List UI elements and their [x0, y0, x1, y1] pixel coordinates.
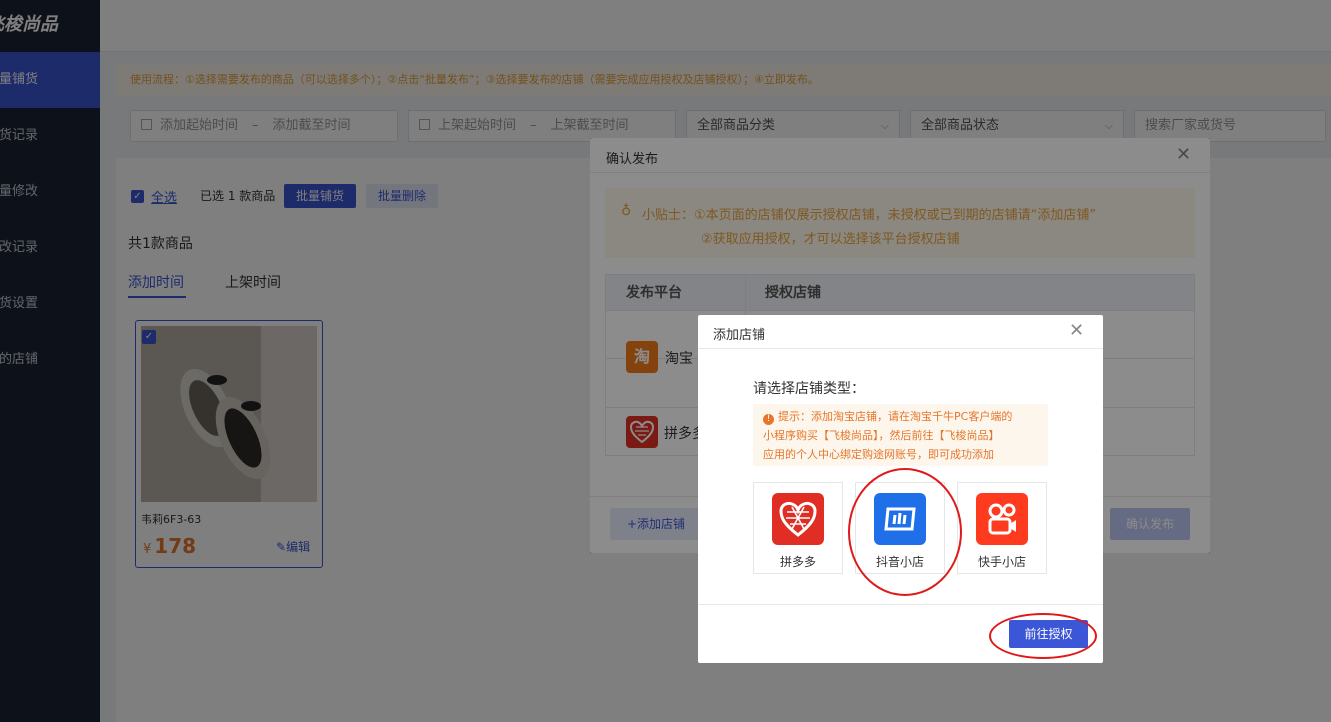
hint-line-2: 小程序购买【飞梭尚品】，然后前往【飞梭尚品】: [763, 429, 1000, 442]
hint-line-1: ! 提示：添加淘宝店铺，请在淘宝千牛PC客户端的: [763, 407, 1048, 426]
hint-line-3: 应用的个人中心绑定购途网账号，即可成功添加: [763, 448, 994, 461]
shop-option-label: 快手小店: [977, 555, 1026, 569]
shop-option-label: 拼多多: [779, 555, 816, 569]
choose-shop-type-label: 请选择店铺类型：: [753, 381, 865, 397]
close-icon[interactable]: ✕: [1069, 320, 1084, 341]
dialog-title: 添加店铺: [713, 328, 766, 343]
kuaishou-shop-logo-icon: [976, 493, 1028, 545]
annotation-ring-douyin: [848, 468, 962, 596]
shop-option-pinduoduo[interactable]: 拼多多: [753, 482, 843, 574]
divider: [698, 348, 1103, 349]
divider: [698, 604, 1103, 605]
pinduoduo-logo-icon: [772, 493, 824, 545]
hint-text-1: 提示：添加淘宝店铺，请在淘宝千牛PC客户端的: [778, 410, 1013, 423]
annotation-ring-authorize: [989, 613, 1097, 659]
info-icon: !: [763, 414, 774, 425]
hint-box: ! 提示：添加淘宝店铺，请在淘宝千牛PC客户端的 小程序购买【飞梭尚品】，然后前往…: [753, 404, 1048, 466]
shop-option-kuaishou[interactable]: 快手小店: [957, 482, 1047, 574]
